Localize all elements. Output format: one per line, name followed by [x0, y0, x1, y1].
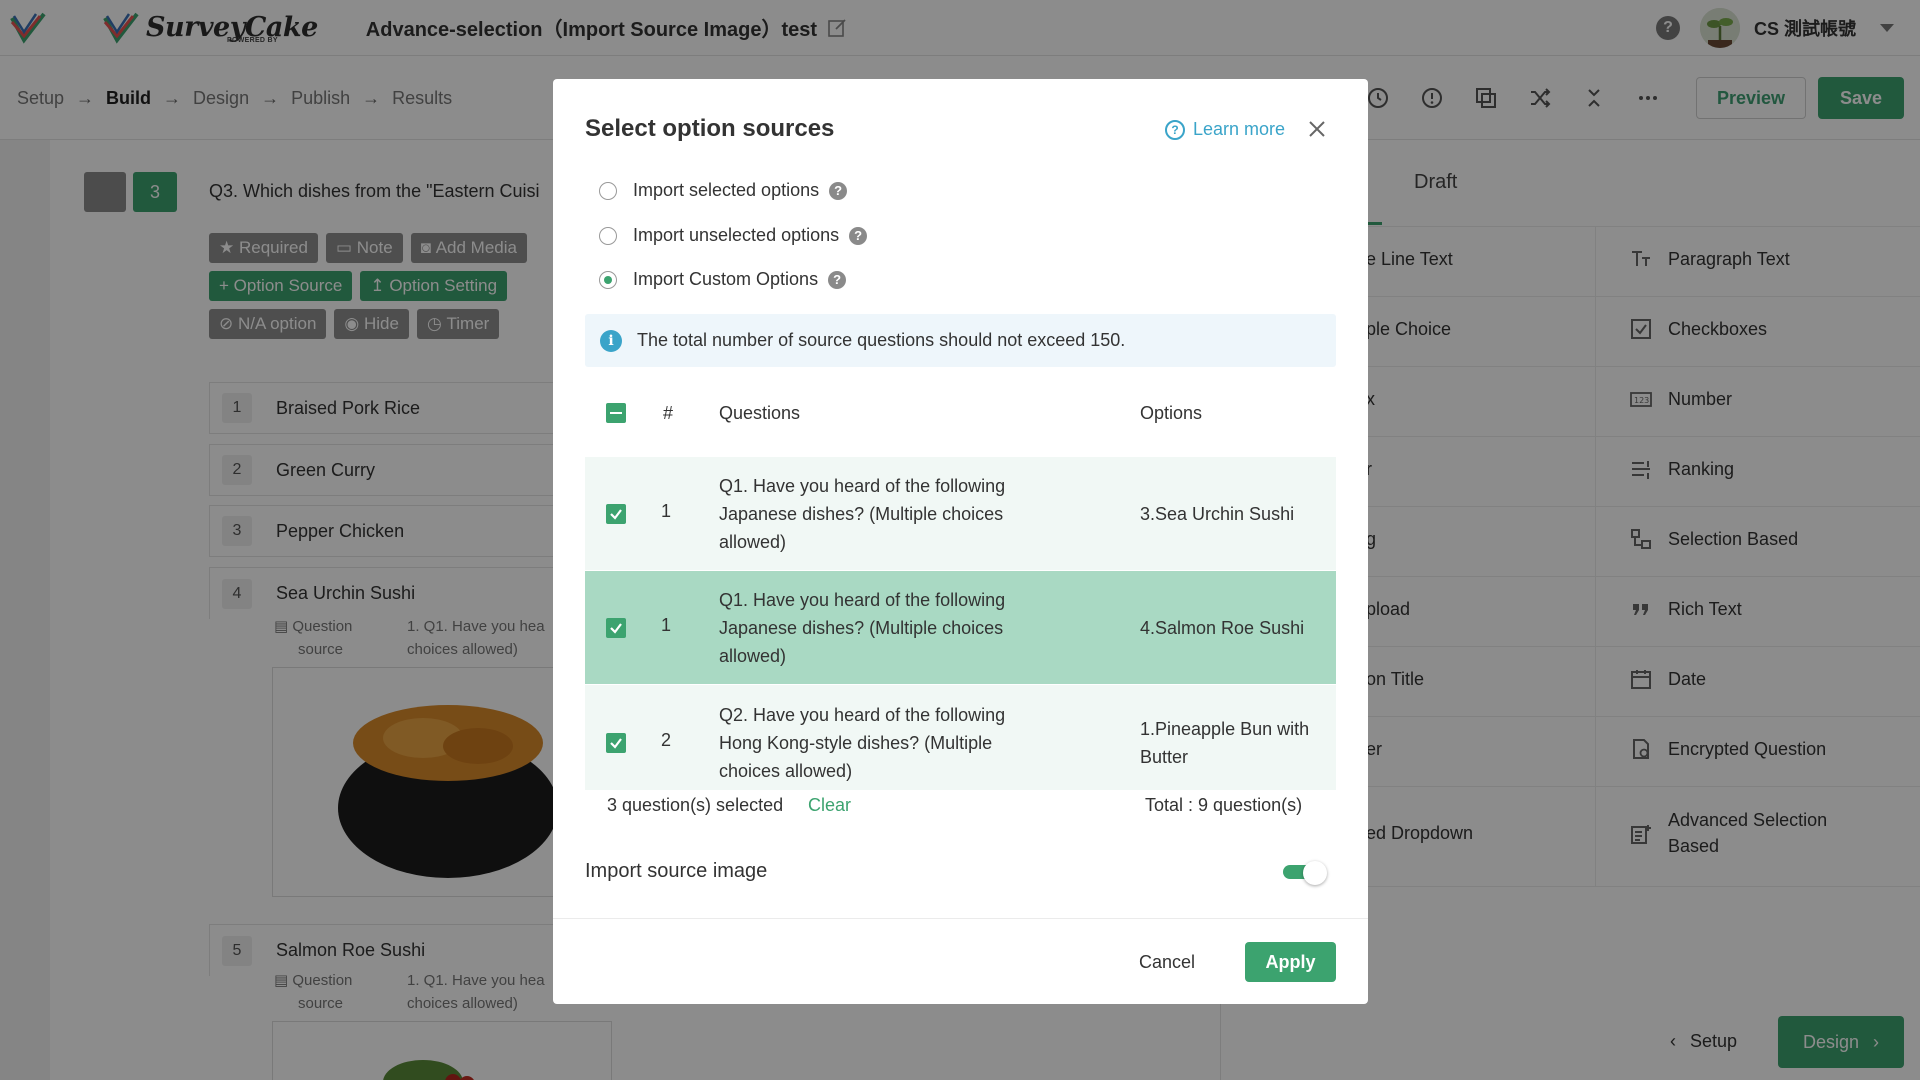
- radio-button[interactable]: [599, 226, 617, 245]
- table-row[interactable]: 2 Q2. Have you heard of the following Ho…: [585, 685, 1336, 791]
- table-header: # Questions Options: [585, 389, 1336, 437]
- radio-label: Import Custom Options: [633, 269, 819, 289]
- import-source-image-toggle[interactable]: [1283, 861, 1327, 885]
- import-source-image-label: Import source image: [585, 860, 768, 882]
- row-option: 1.Pineapple Bun with Butter: [1140, 719, 1310, 767]
- row-number: 1: [661, 615, 672, 635]
- row-checkbox[interactable]: [606, 733, 626, 753]
- help-icon: ?: [1165, 119, 1185, 140]
- row-option: 4.Salmon Roe Sushi: [1140, 618, 1305, 638]
- row-number: 2: [661, 730, 672, 750]
- column-header-options: Options: [1140, 403, 1203, 423]
- row-option: 3.Sea Urchin Sushi: [1140, 504, 1295, 524]
- learn-more-link[interactable]: ? Learn more: [1165, 119, 1285, 140]
- radio-button-selected[interactable]: [599, 270, 617, 289]
- selected-count: 3 question(s) selected: [607, 795, 784, 815]
- radio-label: Import unselected options: [633, 225, 840, 245]
- help-icon[interactable]: ?: [849, 226, 868, 245]
- radio-label: Import selected options: [633, 180, 820, 200]
- clear-selection-link[interactable]: Clear: [808, 795, 851, 816]
- select-option-sources-dialog: Select option sources ? Learn more Impor…: [553, 79, 1368, 1004]
- help-icon[interactable]: ?: [828, 270, 847, 289]
- select-all-checkbox[interactable]: [606, 403, 626, 423]
- help-icon[interactable]: ?: [829, 181, 848, 200]
- row-question: Q2. Have you heard of the following Hong…: [719, 705, 1006, 781]
- row-checkbox[interactable]: [606, 618, 626, 638]
- table-row[interactable]: 1 Q1. Have you heard of the following Ja…: [585, 571, 1336, 685]
- info-banner: i The total number of source questions s…: [585, 314, 1336, 367]
- radio-button[interactable]: [599, 181, 617, 200]
- row-checkbox[interactable]: [606, 504, 626, 524]
- learn-more-label: Learn more: [1193, 119, 1286, 139]
- radio-import-custom[interactable]: Import Custom Options ?: [599, 269, 847, 290]
- row-question: Q1. Have you heard of the following Japa…: [719, 476, 1006, 552]
- table-row[interactable]: 1 Q1. Have you heard of the following Ja…: [585, 457, 1336, 571]
- toggle-knob: [1303, 861, 1327, 885]
- dialog-title: Select option sources: [585, 115, 835, 142]
- row-number: 1: [661, 501, 672, 521]
- radio-import-unselected[interactable]: Import unselected options ?: [599, 225, 868, 246]
- column-header-questions: Questions: [719, 403, 801, 423]
- info-text: The total number of source questions sho…: [637, 330, 1126, 350]
- check-icon: [610, 509, 622, 520]
- radio-import-selected[interactable]: Import selected options ?: [599, 180, 848, 201]
- apply-button[interactable]: Apply: [1245, 942, 1336, 982]
- column-header-number: #: [663, 403, 674, 423]
- dialog-footer-divider: [553, 918, 1368, 919]
- check-icon: [610, 623, 622, 634]
- cancel-button[interactable]: Cancel: [1127, 942, 1207, 982]
- row-question: Q1. Have you heard of the following Japa…: [719, 590, 1006, 666]
- check-icon: [610, 738, 622, 749]
- total-count: Total : 9 question(s): [1145, 795, 1303, 815]
- close-icon[interactable]: [1305, 117, 1329, 141]
- info-icon: i: [600, 329, 622, 352]
